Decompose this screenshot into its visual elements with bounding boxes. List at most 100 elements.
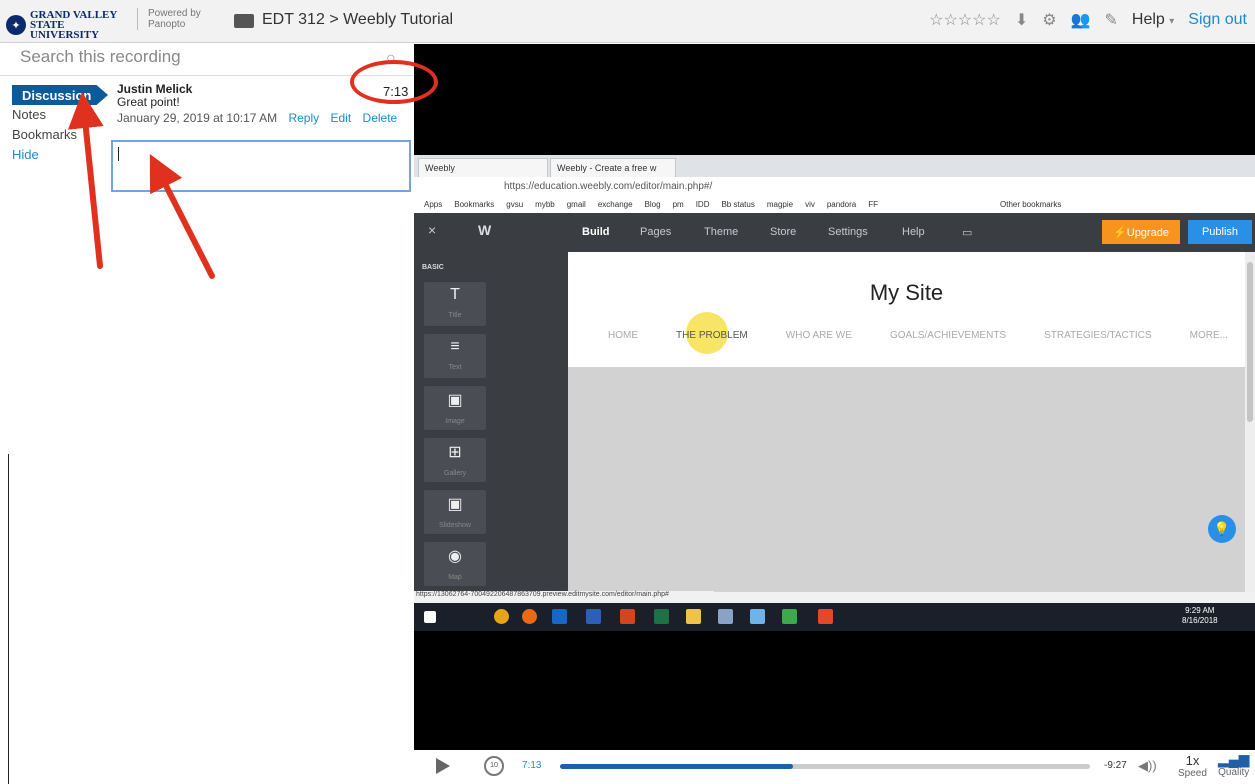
weebly-nav-build: Build: [582, 226, 610, 238]
help-label: Help: [1131, 11, 1165, 28]
lightning-icon: ⚡: [1113, 227, 1127, 239]
bookmark-item: Blog: [644, 200, 661, 209]
site-nav-item: HOME: [608, 330, 638, 341]
comment-text: Great point!: [117, 95, 180, 109]
powered-by-panopto: Powered by Panopto: [137, 8, 207, 30]
bookmark-item: magpie: [766, 200, 794, 209]
logo-text: GRAND VALLEY STATE UNIVERSITY: [30, 9, 117, 41]
text-icon: ≡: [450, 338, 460, 355]
file-explorer-icon: [686, 609, 701, 624]
current-time: 7:13: [522, 760, 542, 771]
university-seal-icon: ✦: [6, 15, 26, 35]
comment-date: January 29, 2019 at 10:17 AM: [117, 111, 278, 125]
element-label: Title: [448, 312, 462, 319]
search-input[interactable]: Search this recording: [20, 47, 380, 75]
element-title: T Title: [424, 282, 486, 326]
progress-track[interactable]: [560, 764, 1090, 769]
weebly-nav-settings: Settings: [828, 226, 868, 238]
breadcrumb-separator: >: [329, 11, 339, 28]
breadcrumb: EDT 312 > Weebly Tutorial: [262, 11, 453, 29]
folder-icon: [234, 14, 254, 28]
content-placeholder: [568, 367, 1245, 592]
delete-link[interactable]: Delete: [363, 111, 398, 125]
browser-tab-weebly-create: Weebly - Create a free w: [550, 158, 676, 177]
device-preview-icon: ▭: [962, 227, 973, 239]
breadcrumb-folder[interactable]: EDT 312: [262, 11, 325, 28]
site-nav-item: WHO ARE WE: [785, 330, 852, 341]
site-nav-item: GOALS/ACHIEVEMENTS: [889, 330, 1007, 341]
slideshow-icon: ▣: [447, 496, 463, 513]
bookmark-item: FF: [868, 200, 878, 209]
image-icon: ▣: [447, 392, 463, 409]
bookmark-item: gmail: [566, 200, 586, 209]
edit-link[interactable]: Edit: [331, 111, 352, 125]
comment-input[interactable]: [111, 140, 411, 192]
section-label: BASIC: [422, 264, 444, 271]
app-icon: [750, 609, 765, 624]
speed-control[interactable]: 1x Speed: [1178, 754, 1207, 780]
excel-icon: [654, 609, 669, 624]
windows-taskbar: 9:29 AM 8/16/2018: [414, 603, 1255, 631]
tab-bookmarks[interactable]: Bookmarks: [12, 127, 108, 142]
weebly-logo-icon: W: [478, 222, 492, 238]
element-text: ≡ Text: [424, 334, 486, 378]
comment-author: Justin Melick: [117, 82, 193, 96]
rewind-label: 10: [490, 762, 498, 769]
bookmark-item: IDD: [695, 200, 710, 209]
help-menu[interactable]: Help ▾: [1132, 11, 1174, 29]
element-image: ▣ Image: [424, 386, 486, 430]
download-icon[interactable]: ⬇: [1015, 10, 1028, 30]
site-nav-item: STRATEGIES/TACTICS: [1044, 330, 1152, 341]
title-icon: T: [450, 286, 460, 303]
quality-label: Quality: [1218, 767, 1250, 778]
weebly-nav-store: Store: [770, 226, 797, 238]
share-users-icon[interactable]: 👥: [1071, 10, 1091, 30]
canvas-scrollbar: [1245, 252, 1255, 592]
speed-value: 1x: [1185, 753, 1200, 768]
player-controls: 10 7:13 -9:27 ◀)) 1x Speed ▂▄▆ Quality: [414, 750, 1255, 782]
bookmark-item: Bb status: [721, 200, 755, 209]
windows-start-icon: [424, 611, 436, 623]
sign-out-link[interactable]: Sign out: [1188, 11, 1247, 29]
gallery-icon: ⊞: [448, 444, 462, 461]
site-nav-item: THE PROBLEM: [676, 330, 748, 341]
side-panel: Search this recording ○ Discussion Notes…: [0, 44, 414, 784]
element-label: Gallery: [443, 470, 467, 477]
tab-notes[interactable]: Notes: [12, 107, 46, 122]
tab-label: Weebly - Create a free w: [557, 163, 657, 173]
edit-pencil-icon[interactable]: ✎: [1104, 10, 1117, 30]
bookmark-item: Bookmarks: [454, 200, 495, 209]
bookmark-item: pandora: [826, 200, 857, 209]
bookmark-item: Apps: [424, 200, 443, 209]
weebly-nav-pages: Pages: [640, 226, 672, 238]
bookmark-item: Other bookmarks: [1000, 200, 1062, 209]
clock-time: 9:29 AM: [1185, 606, 1215, 615]
weebly-nav-theme: Theme: [704, 226, 739, 238]
element-gallery: ⊞ Gallery: [424, 438, 486, 482]
play-icon[interactable]: [436, 758, 450, 774]
map-pin-icon: ◉: [448, 548, 462, 565]
gvsu-logo[interactable]: ✦ GRAND VALLEY STATE UNIVERSITY: [6, 9, 122, 41]
remaining-time: -9:27: [1104, 760, 1127, 771]
settings-gear-icon[interactable]: ⚙: [1042, 10, 1056, 30]
powerpoint-icon: [620, 609, 635, 624]
bookmark-item: mybb: [535, 200, 555, 209]
quality-control[interactable]: ▂▄▆ Quality: [1218, 752, 1249, 780]
volume-icon[interactable]: ◀)): [1138, 758, 1157, 774]
camtasia-icon: [782, 609, 797, 624]
close-icon: ×: [428, 222, 437, 238]
address-bar: https://education.weebly.com/editor/main…: [414, 177, 1255, 197]
rating-stars[interactable]: ☆☆☆☆☆: [929, 10, 1001, 30]
text-caret: [118, 147, 119, 161]
reply-link[interactable]: Reply: [288, 111, 319, 125]
element-slideshow: ▣ Slideshow: [424, 490, 486, 534]
rewind-10-icon[interactable]: 10: [484, 756, 504, 776]
hide-panel-link[interactable]: Hide: [12, 147, 39, 162]
tab-discussion[interactable]: Discussion: [12, 85, 108, 105]
browser-tab-strip: Weebly Weebly - Create a free w: [414, 155, 1255, 177]
element-label: Slideshow: [439, 522, 471, 529]
status-url: https://13062764-700492206487863709.prev…: [414, 591, 714, 603]
outlook-icon: [552, 609, 567, 624]
browser-tab-weebly: Weebly: [418, 158, 548, 177]
bookmark-item: viv: [805, 200, 815, 209]
